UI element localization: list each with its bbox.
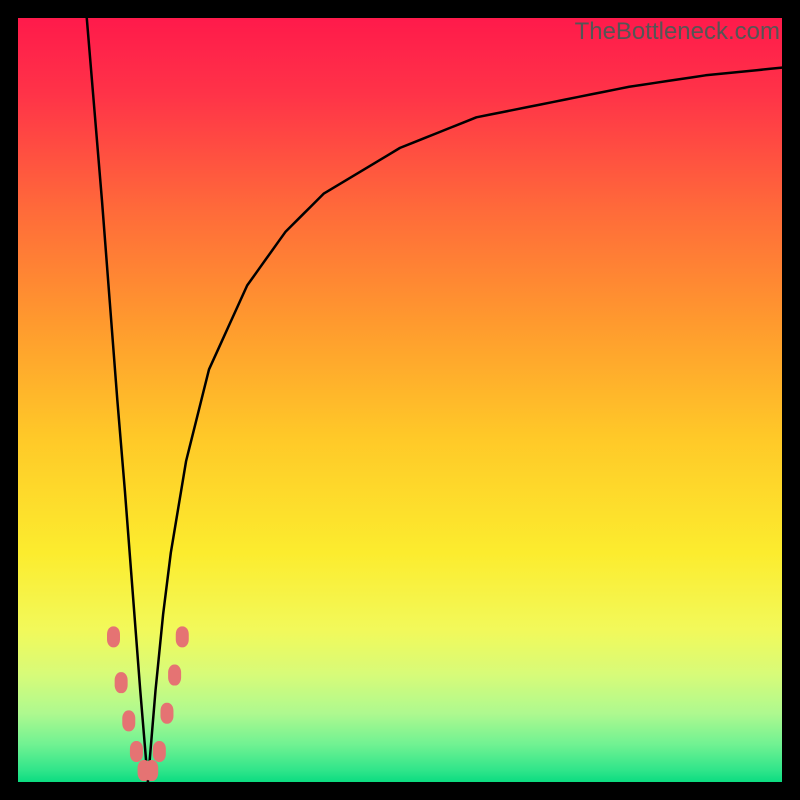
highlight-dot (176, 626, 189, 647)
highlight-dot (160, 703, 173, 724)
highlight-dot (145, 760, 158, 781)
highlight-dot (122, 710, 135, 731)
highlight-dot (107, 626, 120, 647)
highlight-dot (115, 672, 128, 693)
chart-frame: TheBottleneck.com (0, 0, 800, 800)
gradient-background (18, 18, 782, 782)
plot-area: TheBottleneck.com (18, 18, 782, 782)
bottleneck-curve-chart (18, 18, 782, 782)
highlight-dot (153, 741, 166, 762)
highlight-dot (130, 741, 143, 762)
highlight-dot (168, 665, 181, 686)
